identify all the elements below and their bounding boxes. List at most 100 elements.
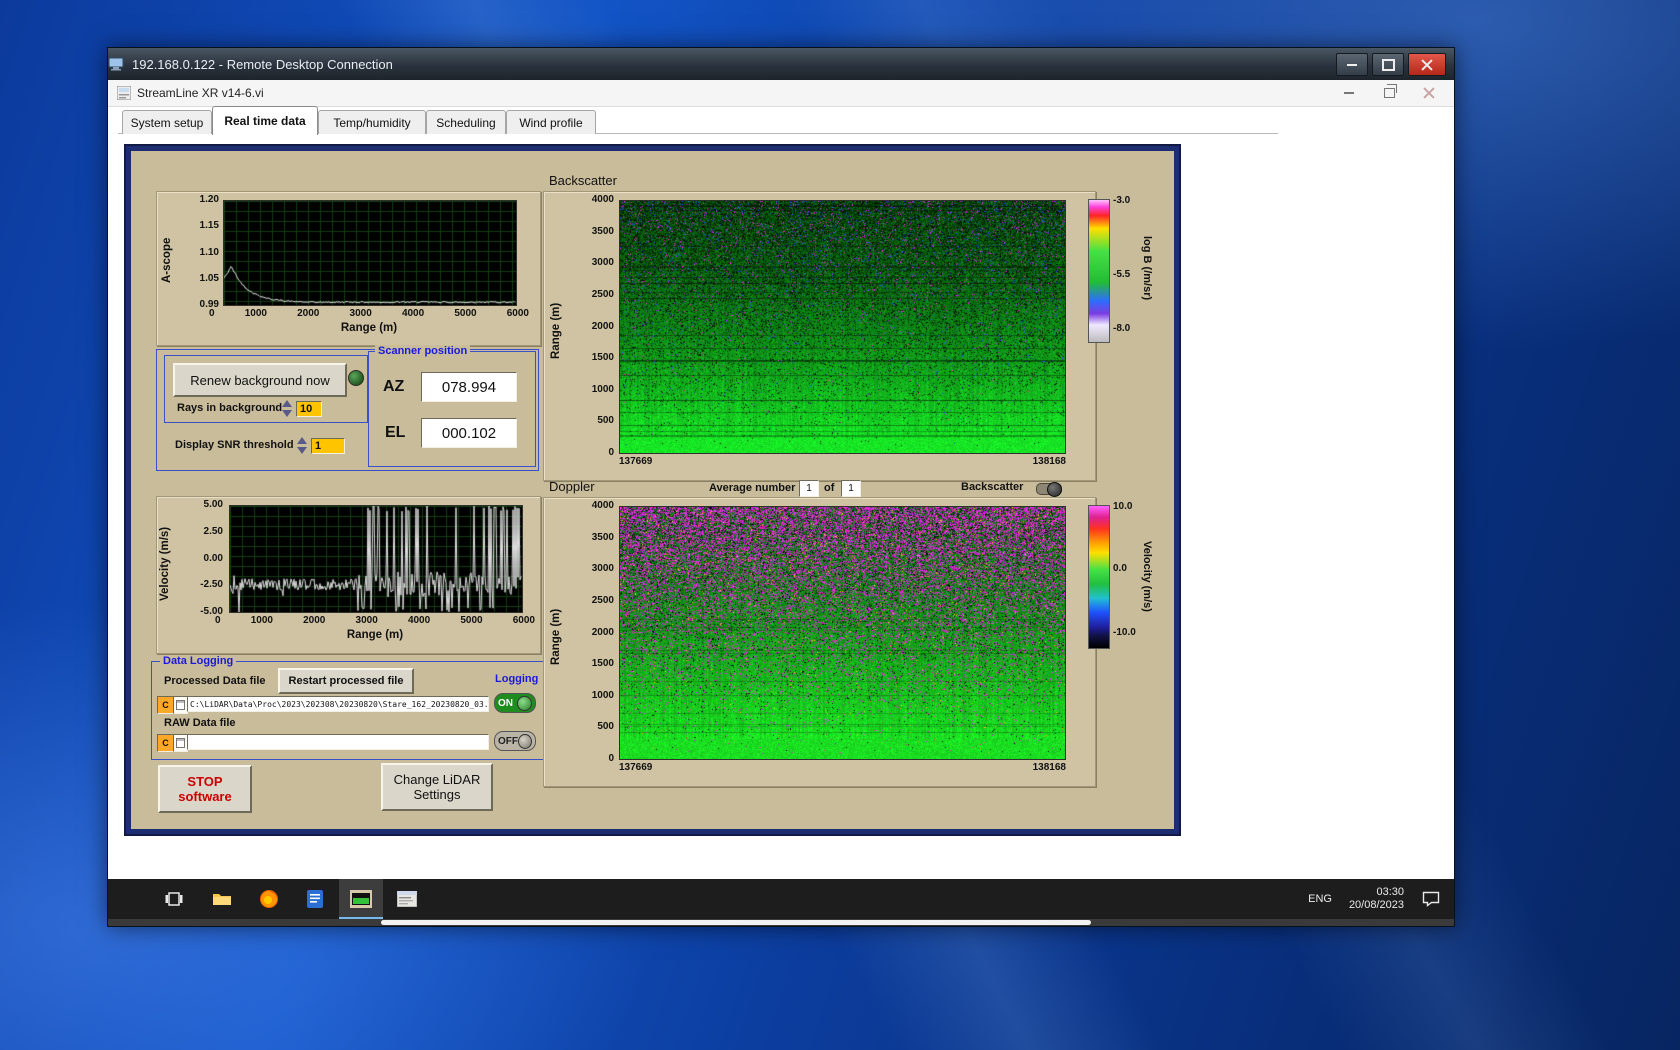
az-label: AZ (383, 378, 405, 395)
rdp-maximize-button[interactable] (1372, 53, 1404, 76)
ytick-label: 2.50 (203, 525, 223, 537)
backscatter-display-toggle[interactable] (1036, 482, 1062, 497)
firefox-icon (260, 890, 278, 908)
processed-browse-button[interactable] (173, 696, 188, 714)
xtick-label: 0 (209, 308, 215, 319)
tab-wind-profile[interactable]: Wind profile (506, 110, 596, 134)
spinner-down-icon[interactable] (297, 447, 307, 454)
ytick-label: 1.05 (199, 272, 219, 284)
task-view-button[interactable] (152, 879, 196, 919)
tab-temp-humidity[interactable]: Temp/humidity (318, 110, 426, 134)
raw-path-field[interactable] (187, 734, 489, 750)
file-explorer-icon (213, 894, 231, 905)
processed-logging-toggle[interactable]: ON (494, 693, 536, 713)
rays-value-field[interactable]: 10 (296, 401, 322, 417)
app-titlebar[interactable]: StreamLine XR v14-6.vi (108, 80, 1454, 107)
xtick-label: 2000 (297, 308, 320, 319)
renew-background-button[interactable]: Renew background now (173, 363, 347, 397)
scanner-position-frame: Scanner position AZ 078.994 EL 000.102 (368, 345, 536, 467)
taskbar-clock[interactable]: 03:30 20/08/2023 (1349, 879, 1404, 919)
maximize-icon (1381, 58, 1395, 71)
ytick-label: 2500 (591, 288, 614, 300)
ytick-label: 4000 (591, 194, 614, 205)
rdp-close-button[interactable] (1408, 53, 1446, 76)
streamline-app-button[interactable] (339, 879, 383, 919)
restart-processed-file-button[interactable]: Restart processed file (278, 668, 414, 694)
average-number-label: Average number (709, 482, 796, 494)
colorbar-tick: -10.0 (1113, 627, 1136, 638)
notification-center-button[interactable] (1422, 879, 1440, 919)
notepad-icon (307, 890, 323, 908)
xtick-label: 1000 (244, 308, 267, 319)
firefox-button[interactable] (247, 879, 291, 919)
ascope-group: A-scope 1.20 1.15 1.10 1.05 0.99 0 1000 2000 30… (156, 191, 541, 346)
average-number-field[interactable]: 1 (799, 480, 819, 497)
app-minimize-button[interactable] (1340, 86, 1358, 100)
x-start-label: 137669 (619, 762, 653, 773)
backscatter-heatmap (619, 200, 1066, 454)
background-box: Renew background now Rays in background … (164, 355, 368, 423)
rdp-window-title: 192.168.0.122 - Remote Desktop Connectio… (132, 56, 393, 72)
snr-spinner[interactable] (297, 437, 308, 454)
notepad-button[interactable] (293, 879, 337, 919)
change-lidar-settings-button[interactable]: Change LiDAR Settings (381, 763, 493, 811)
processed-drive-button[interactable]: C (157, 696, 174, 714)
backscatter-ylabel: Range (m) (550, 302, 562, 360)
stop-software-button[interactable]: STOP software (158, 765, 252, 813)
raw-drive-button[interactable]: C (157, 734, 174, 752)
toggle-on-label: ON (498, 697, 513, 709)
velocity-plot (229, 505, 523, 613)
rdp-titlebar[interactable]: 192.168.0.122 - Remote Desktop Connectio… (108, 48, 1454, 80)
backscatter-xrange-labels: 137669 138168 (619, 456, 1066, 467)
scanner-position-label: Scanner position (375, 345, 471, 357)
rdp-hscrollbar-thumb[interactable] (381, 920, 1091, 925)
raw-data-file-label: RAW Data file (164, 717, 236, 729)
xtick-label: 1000 (250, 615, 273, 626)
clock-time: 03:30 (1376, 886, 1404, 898)
scan-scheduler-icon (397, 891, 417, 907)
az-value-field[interactable]: 078.994 (421, 372, 517, 402)
language-indicator[interactable]: ENG (1308, 879, 1332, 919)
raw-browse-button[interactable] (173, 734, 188, 752)
rays-in-background-label: Rays in background (177, 402, 283, 414)
snr-value-field[interactable]: 1 (311, 438, 345, 454)
doppler-ylabel: Range (m) (550, 608, 562, 666)
doppler-title: Doppler (549, 479, 595, 494)
app-close-button[interactable] (1420, 86, 1438, 100)
rays-spinner[interactable] (282, 400, 293, 417)
rdp-minimize-button[interactable] (1336, 53, 1368, 76)
ytick-label: 3500 (591, 531, 614, 543)
tab-system-setup[interactable]: System setup (122, 110, 212, 134)
tab-scheduling[interactable]: Scheduling (426, 110, 506, 134)
el-value-field[interactable]: 000.102 (421, 418, 517, 448)
backscatter-toggle-label: Backscatter (961, 481, 1024, 493)
raw-logging-toggle[interactable]: OFF (494, 731, 536, 751)
ytick-label: 3500 (591, 225, 614, 237)
data-logging-label: Data Logging (160, 655, 237, 667)
ytick-label: 500 (597, 415, 614, 427)
spinner-up-icon[interactable] (282, 400, 292, 407)
app-restore-button[interactable] (1380, 84, 1398, 100)
doppler-ytick-labels: 4000 3500 3000 2500 2000 1500 1000 500 0 (578, 500, 614, 764)
toggle-off-label: OFF (498, 735, 518, 747)
doppler-colorbar (1088, 505, 1110, 649)
desktop-wallpaper: 192.168.0.122 - Remote Desktop Connectio… (0, 0, 1680, 1050)
close-icon (1421, 59, 1433, 71)
ytick-label: 3000 (591, 563, 614, 575)
xtick-label: 3000 (355, 615, 378, 626)
of-count-field[interactable]: 1 (841, 480, 861, 497)
tab-strip: System setup Real time data Temp/humidit… (118, 106, 1278, 135)
rdp-hscrollbar-track[interactable] (108, 919, 1454, 926)
xtick-label: 6000 (512, 615, 535, 626)
scan-scheduler-button[interactable] (385, 879, 429, 919)
ytick-label: 1.10 (199, 246, 219, 258)
tab-real-time-data[interactable]: Real time data (212, 106, 318, 135)
spinner-down-icon[interactable] (282, 410, 292, 417)
file-explorer-button[interactable] (200, 879, 244, 919)
velocity-xtick-labels: 0 1000 2000 3000 4000 5000 6000 (215, 615, 535, 626)
xtick-label: 3000 (349, 308, 372, 319)
spinner-up-icon[interactable] (297, 437, 307, 444)
processed-path-field[interactable]: C:\LiDAR\Data\Proc\2023\202308\20230820\… (187, 696, 489, 712)
velocity-ytick-labels: 5.00 2.50 0.00 -2.50 -5.00 (181, 499, 223, 617)
velocity-xlabel: Range (m) (346, 629, 404, 641)
